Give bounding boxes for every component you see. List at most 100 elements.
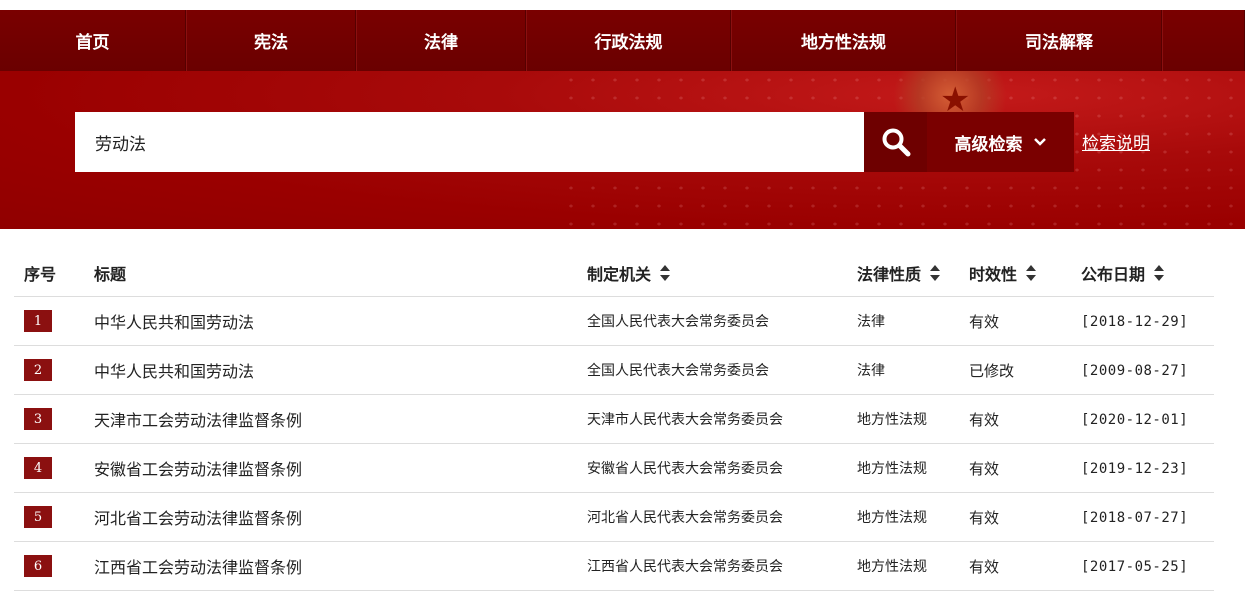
date-text: [2018-12-29] (1081, 314, 1189, 330)
row-title-cell: 中华人民共和国劳动法 (94, 309, 587, 333)
organ-text: 安徽省人民代表大会常务委员会 (587, 461, 783, 477)
row-title-cell: 中华人民共和国劳动法 (94, 358, 587, 382)
nav-spacer (1162, 10, 1245, 71)
nature-text: 地方性法规 (857, 559, 927, 575)
row-organ-cell: 天津市人民代表大会常务委员会 (587, 409, 857, 429)
organ-text: 全国人民代表大会常务委员会 (587, 314, 769, 330)
law-title-link[interactable]: 河北省工会劳动法律监督条例 (94, 509, 302, 528)
row-organ-cell: 全国人民代表大会常务委员会 (587, 360, 857, 380)
date-text: [2009-08-27] (1081, 363, 1189, 379)
header-index: 序号 (24, 264, 57, 284)
row-date-cell: [2018-12-29] (1081, 312, 1214, 330)
header-status[interactable]: 时效性 (969, 261, 1081, 285)
law-title-link[interactable]: 中华人民共和国劳动法 (94, 362, 254, 381)
table-body: 1 中华人民共和国劳动法 全国人民代表大会常务委员会 法律 有效 [2018-12-29]… (14, 297, 1214, 591)
header-organ[interactable]: 制定机关 (587, 261, 857, 285)
nature-text: 法律 (857, 314, 885, 330)
status-text: 有效 (969, 459, 1000, 478)
row-title-cell: 安徽省工会劳动法律监督条例 (94, 456, 587, 480)
advanced-search-button[interactable]: 高级检索 (927, 112, 1074, 172)
search-help-link[interactable]: 检索说明 (1082, 129, 1150, 154)
top-strip (0, 0, 1245, 10)
date-text: [2018-07-27] (1081, 510, 1189, 526)
sort-icon[interactable] (1025, 264, 1037, 282)
index-badge: 5 (24, 506, 52, 528)
row-date-cell: [2009-08-27] (1081, 361, 1214, 379)
status-text: 有效 (969, 410, 1000, 429)
row-date-cell: [2020-12-01] (1081, 410, 1214, 428)
status-text: 有效 (969, 557, 1000, 576)
index-badge: 2 (24, 359, 52, 381)
row-title-cell: 天津市工会劳动法律监督条例 (94, 407, 587, 431)
nav-item-2[interactable]: 法律 (356, 10, 526, 71)
status-text: 有效 (969, 312, 1000, 331)
status-text: 已修改 (969, 361, 1015, 380)
law-title-link[interactable]: 安徽省工会劳动法律监督条例 (94, 460, 302, 479)
nav-item-4[interactable]: 地方性法规 (731, 10, 956, 71)
date-text: [2017-05-25] (1081, 559, 1189, 575)
organ-text: 江西省人民代表大会常务委员会 (587, 559, 783, 575)
row-status-cell: 有效 (969, 556, 1081, 577)
row-title-cell: 河北省工会劳动法律监督条例 (94, 505, 587, 529)
organ-text: 河北省人民代表大会常务委员会 (587, 510, 783, 526)
nav-item-0[interactable]: 首页 (0, 10, 186, 71)
table-row: 4 安徽省工会劳动法律监督条例 安徽省人民代表大会常务委员会 地方性法规 有效 [2019… (14, 444, 1214, 493)
sort-icon[interactable] (1153, 264, 1165, 282)
table-row: 1 中华人民共和国劳动法 全国人民代表大会常务委员会 法律 有效 [2018-12-29] (14, 297, 1214, 346)
row-nature-cell: 地方性法规 (857, 556, 969, 576)
law-title-link[interactable]: 中华人民共和国劳动法 (94, 313, 254, 332)
search-box[interactable] (75, 112, 864, 172)
row-nature-cell: 法律 (857, 360, 969, 380)
nav-item-5[interactable]: 司法解释 (956, 10, 1162, 71)
row-index-cell: 3 (14, 408, 94, 430)
index-badge: 1 (24, 310, 52, 332)
nav-item-1[interactable]: 宪法 (186, 10, 356, 71)
index-badge: 6 (24, 555, 52, 577)
row-nature-cell: 地方性法规 (857, 458, 969, 478)
row-status-cell: 有效 (969, 311, 1081, 332)
header-title: 标题 (94, 264, 127, 284)
table-row: 2 中华人民共和国劳动法 全国人民代表大会常务委员会 法律 已修改 [2009-08-27… (14, 346, 1214, 395)
header-nature[interactable]: 法律性质 (857, 261, 969, 285)
row-index-cell: 4 (14, 457, 94, 479)
table-header: 序号 标题 制定机关 法律性质 时效性 公布日期 (14, 249, 1214, 297)
law-title-link[interactable]: 江西省工会劳动法律监督条例 (94, 558, 302, 577)
row-date-cell: [2019-12-23] (1081, 459, 1214, 477)
row-date-cell: [2017-05-25] (1081, 557, 1214, 575)
row-index-cell: 2 (14, 359, 94, 381)
row-status-cell: 已修改 (969, 360, 1081, 381)
search-button[interactable] (864, 112, 927, 172)
table-row: 6 江西省工会劳动法律监督条例 江西省人民代表大会常务委员会 地方性法规 有效 [2017… (14, 542, 1214, 591)
row-status-cell: 有效 (969, 458, 1081, 479)
row-organ-cell: 河北省人民代表大会常务委员会 (587, 507, 857, 527)
main-nav: 首页 宪法 法律 行政法规 地方性法规 司法解释 (0, 10, 1245, 71)
date-text: [2019-12-23] (1081, 461, 1189, 477)
organ-text: 天津市人民代表大会常务委员会 (587, 412, 783, 428)
nature-text: 地方性法规 (857, 412, 927, 428)
law-title-link[interactable]: 天津市工会劳动法律监督条例 (94, 411, 302, 430)
nature-text: 地方性法规 (857, 461, 927, 477)
search-input[interactable] (95, 112, 864, 172)
row-organ-cell: 安徽省人民代表大会常务委员会 (587, 458, 857, 478)
row-status-cell: 有效 (969, 409, 1081, 430)
row-nature-cell: 地方性法规 (857, 507, 969, 527)
search-icon (882, 128, 910, 157)
index-badge: 3 (24, 408, 52, 430)
row-index-cell: 1 (14, 310, 94, 332)
row-date-cell: [2018-07-27] (1081, 508, 1214, 526)
organ-text: 全国人民代表大会常务委员会 (587, 363, 769, 379)
row-organ-cell: 江西省人民代表大会常务委员会 (587, 556, 857, 576)
table-row: 5 河北省工会劳动法律监督条例 河北省人民代表大会常务委员会 地方性法规 有效 [2018… (14, 493, 1214, 542)
row-nature-cell: 法律 (857, 311, 969, 331)
index-badge: 4 (24, 457, 52, 479)
header-date[interactable]: 公布日期 (1081, 261, 1214, 285)
row-title-cell: 江西省工会劳动法律监督条例 (94, 554, 587, 578)
row-index-cell: 5 (14, 506, 94, 528)
nav-item-3[interactable]: 行政法规 (526, 10, 731, 71)
row-nature-cell: 地方性法规 (857, 409, 969, 429)
sort-icon[interactable] (659, 264, 671, 282)
sort-icon[interactable] (929, 264, 941, 282)
status-text: 有效 (969, 508, 1000, 527)
advanced-search-label: 高级检索 (954, 134, 1023, 155)
table-row: 3 天津市工会劳动法律监督条例 天津市人民代表大会常务委员会 地方性法规 有效 [2020… (14, 395, 1214, 444)
